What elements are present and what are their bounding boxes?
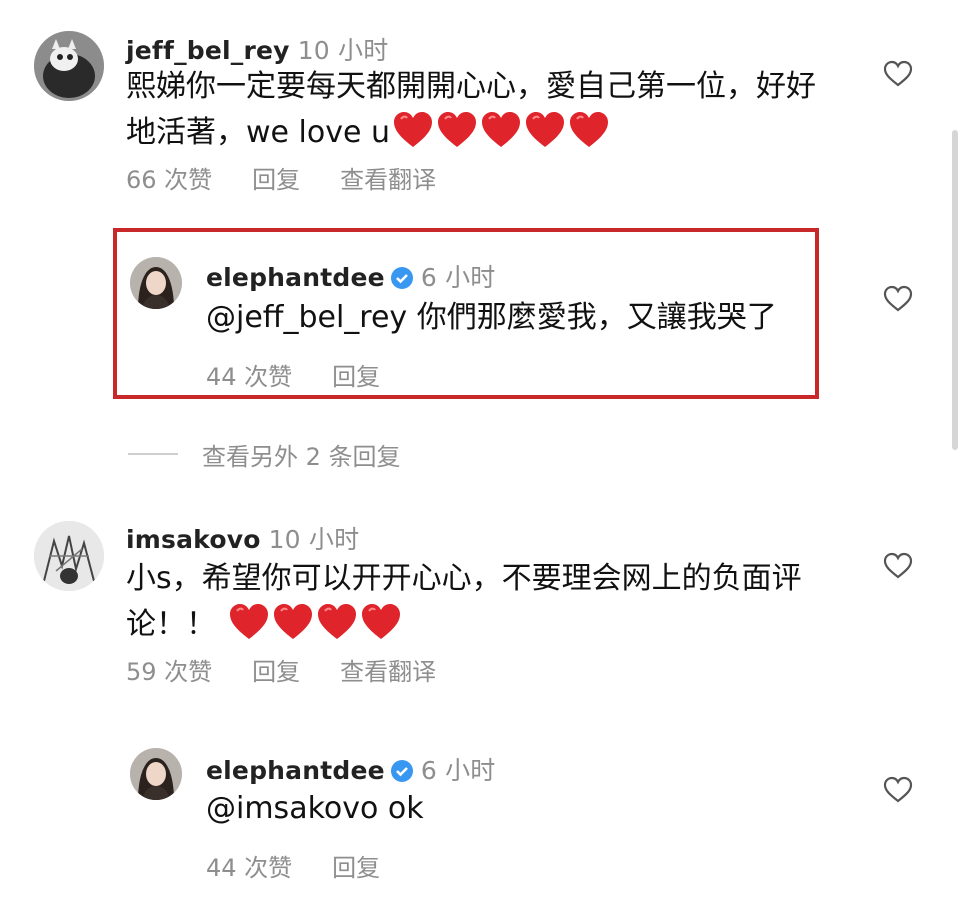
username-text[interactable]: elephantdee [206, 756, 385, 785]
comment-text-line: 小s，希望你可以开开心心，不要理会网上的负面评 [126, 561, 802, 596]
reply-button[interactable]: 回复 [252, 166, 300, 194]
comment-text-line: @imsakovo ok [206, 791, 424, 826]
like-button[interactable] [883, 60, 913, 88]
username-text[interactable]: elephantdee [206, 263, 385, 292]
heart-outline-icon [883, 285, 913, 312]
comment-meta: 66 次赞 回复 查看翻译 [126, 160, 476, 195]
red-heart-icon [228, 603, 270, 641]
red-heart-icon [392, 111, 434, 149]
translate-button[interactable]: 查看翻译 [340, 658, 436, 686]
more-replies-divider [128, 453, 178, 455]
heart-outline-icon [883, 60, 913, 87]
view-more-replies-button[interactable]: 查看另外 2 条回复 [202, 437, 401, 472]
comment-username[interactable]: elephantdee 6 小时 [206, 258, 495, 294]
comment-timestamp: 10 小时 [297, 36, 389, 65]
comment-username[interactable]: elephantdee 6 小时 [206, 751, 495, 787]
reply-button[interactable]: 回复 [332, 854, 380, 882]
comment-text-line-2-text: 论！！ [126, 607, 216, 642]
red-heart-icon [436, 111, 478, 149]
red-heart-icon [272, 603, 314, 641]
comment-text: @imsakovo ok [206, 786, 424, 832]
comment-text: 小s，希望你可以开开心心，不要理会网上的负面评 论！！ [126, 556, 802, 655]
comment-timestamp: 6 小时 [420, 756, 496, 785]
heart-emojis [226, 603, 402, 655]
reply-button[interactable]: 回复 [332, 363, 380, 391]
woman-avatar-icon [130, 748, 182, 800]
avatar[interactable] [130, 257, 182, 309]
verified-badge-icon [390, 267, 413, 289]
like-button[interactable] [883, 285, 913, 313]
reply-button[interactable]: 回复 [252, 658, 300, 686]
cat-avatar-icon [34, 31, 104, 101]
comment-text-line-2: 地活著，we love u [126, 110, 816, 163]
avatar[interactable] [130, 748, 182, 800]
comment-timestamp: 6 小时 [420, 263, 496, 292]
sketch-avatar-icon [34, 521, 104, 591]
avatar[interactable] [34, 31, 104, 101]
comment-meta: 44 次赞 回复 [206, 848, 420, 883]
comment-username[interactable]: imsakovo 10 小时 [126, 520, 359, 556]
comment-text-line: 熙娣你一定要每天都開開心心，愛自己第一位，好好 [126, 69, 816, 104]
username-text[interactable]: imsakovo [126, 525, 261, 554]
heart-outline-icon [883, 552, 913, 579]
red-heart-icon [568, 111, 610, 149]
comment-timestamp: 10 小时 [268, 525, 360, 554]
comment-text-line-2: 论！！ [126, 602, 802, 655]
avatar[interactable] [34, 521, 104, 591]
scrollbar[interactable] [952, 130, 958, 450]
comment-meta: 44 次赞 回复 [206, 357, 420, 392]
like-button[interactable] [883, 776, 913, 804]
red-heart-icon [480, 111, 522, 149]
like-count[interactable]: 44 次赞 [206, 363, 292, 391]
heart-outline-icon [883, 776, 913, 803]
comment-text-line-2-text: 地活著，we love u [126, 115, 390, 150]
like-count[interactable]: 66 次赞 [126, 166, 212, 194]
comment-text: 熙娣你一定要每天都開開心心，愛自己第一位，好好 地活著，we love u [126, 64, 816, 163]
like-count[interactable]: 44 次赞 [206, 854, 292, 882]
red-heart-icon [316, 603, 358, 641]
comment-meta: 59 次赞 回复 查看翻译 [126, 652, 476, 687]
comment-text: @jeff_bel_rey 你們那麼愛我，又讓我哭了 [206, 295, 777, 341]
comment-text-line: @jeff_bel_rey 你們那麼愛我，又讓我哭了 [206, 300, 777, 335]
verified-badge-icon [390, 760, 413, 782]
like-button[interactable] [883, 552, 913, 580]
heart-emojis [390, 111, 610, 163]
translate-button[interactable]: 查看翻译 [340, 166, 436, 194]
username-text[interactable]: jeff_bel_rey [126, 36, 290, 65]
comment-username[interactable]: jeff_bel_rey 10 小时 [126, 31, 388, 67]
like-count[interactable]: 59 次赞 [126, 658, 212, 686]
red-heart-icon [360, 603, 402, 641]
woman-avatar-icon [130, 257, 182, 309]
red-heart-icon [524, 111, 566, 149]
